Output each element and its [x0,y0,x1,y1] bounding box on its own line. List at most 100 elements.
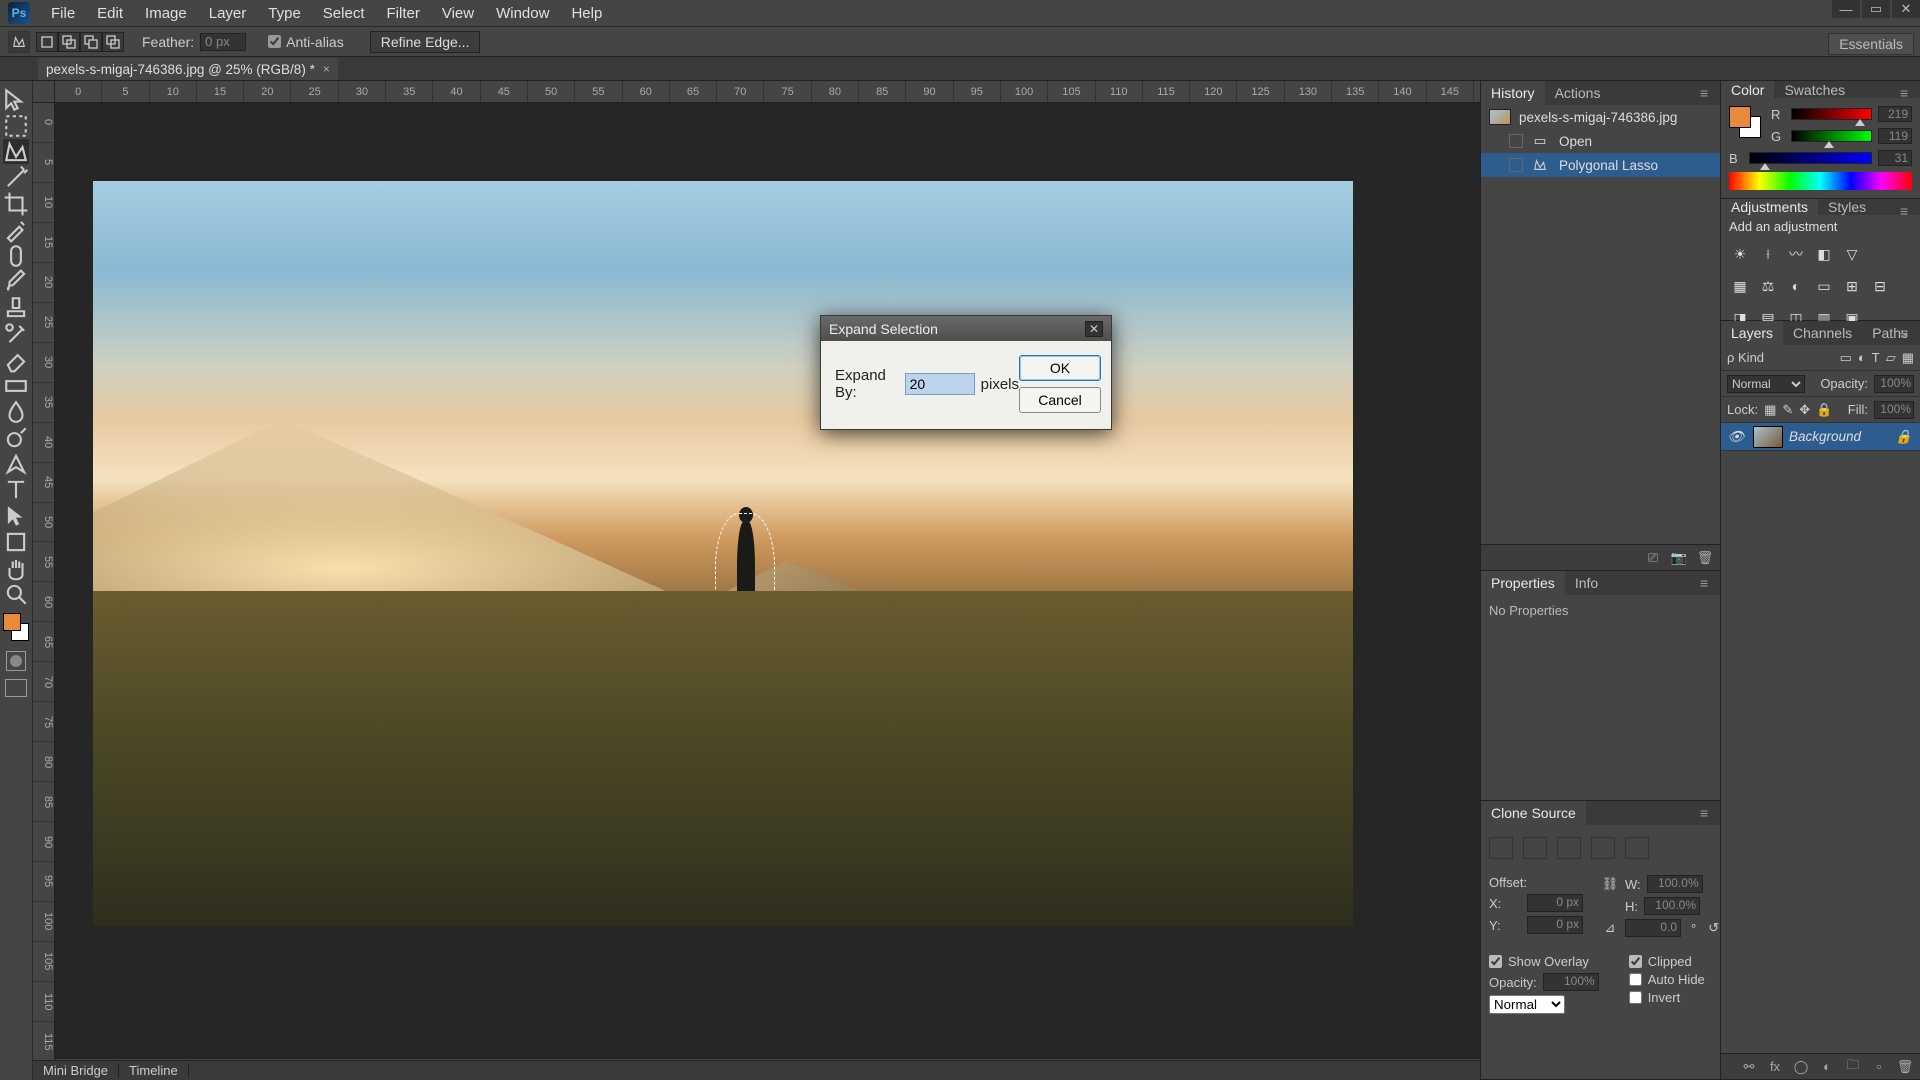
hand-tool[interactable] [3,555,29,580]
pen-tool[interactable] [3,451,29,476]
group-icon[interactable]: 🗀 [1844,1059,1862,1075]
layer-name[interactable]: Background [1789,429,1861,444]
menu-layer[interactable]: Layer [198,5,258,22]
document-canvas[interactable] [93,181,1353,926]
menu-type[interactable]: Type [257,5,312,22]
document-tab[interactable]: pexels-s-migaj-746386.jpg @ 25% (RGB/8) … [38,58,338,80]
ok-button[interactable]: OK [1019,355,1101,381]
tab-color[interactable]: Color [1721,81,1774,98]
tab-styles[interactable]: Styles [1818,199,1876,215]
shape-tool[interactable] [3,529,29,554]
visibility-icon[interactable]: 👁 [1725,429,1747,445]
wand-tool[interactable] [3,165,29,190]
crop-tool[interactable] [3,191,29,216]
invert-checkbox[interactable]: Invert [1629,990,1705,1005]
selection-add[interactable] [58,32,80,52]
adj-vibrance-icon[interactable]: ▽ [1841,244,1863,264]
lasso-tool[interactable] [3,139,29,164]
antialias-checkbox[interactable]: Anti-alias [268,34,344,50]
lock-all-icon[interactable]: 🔒 [1816,402,1832,418]
maximize-button[interactable]: ▭ [1862,0,1890,18]
lock-paint-icon[interactable]: ✎ [1782,402,1793,418]
cancel-button[interactable]: Cancel [1019,387,1101,413]
selection-new[interactable] [36,32,58,52]
show-overlay-checkbox[interactable]: Show Overlay [1489,954,1599,969]
layer-fill-input[interactable]: 100% [1874,401,1914,419]
brush-tool[interactable] [3,269,29,294]
panel-menu-icon[interactable] [1900,325,1916,337]
selection-subtract[interactable] [80,32,102,52]
dialog-titlebar[interactable]: Expand Selection ✕ [821,316,1111,341]
tab-history[interactable]: History [1481,81,1545,105]
tab-properties[interactable]: Properties [1481,571,1565,595]
clone-source-1[interactable] [1489,837,1513,859]
layer-row[interactable]: 👁 Background 🔒 [1721,423,1920,451]
foreground-color-swatch[interactable] [3,613,21,631]
adj-curves-icon[interactable]: 〰 [1785,244,1807,264]
tab-timeline[interactable]: Timeline [119,1063,189,1078]
chain-icon[interactable]: ⛓ [1601,876,1619,892]
menu-view[interactable]: View [431,5,485,22]
autohide-checkbox[interactable]: Auto Hide [1629,972,1705,987]
new-layer-icon[interactable]: ▫ [1870,1059,1888,1075]
tab-actions[interactable]: Actions [1545,81,1611,105]
tab-adjustments[interactable]: Adjustments [1721,199,1818,215]
history-camera-icon[interactable]: 📷 [1670,550,1688,566]
gradient-tool[interactable] [3,373,29,398]
clone-h-input[interactable]: 100.0% [1644,897,1700,915]
selection-intersect[interactable] [102,32,124,52]
clone-x-input[interactable]: 0 px [1527,894,1583,912]
lock-trans-icon[interactable]: ▦ [1764,402,1776,418]
link-icon[interactable]: ⚯ [1740,1059,1758,1075]
menu-image[interactable]: Image [134,5,198,22]
refine-edge-button[interactable]: Refine Edge... [370,31,481,53]
menu-filter[interactable]: Filter [376,5,431,22]
clone-source-2[interactable] [1523,837,1547,859]
blur-tool[interactable] [3,399,29,424]
feather-input[interactable] [200,33,246,51]
filter-pixel-icon[interactable]: ▭ [1840,350,1852,366]
dialog-close-icon[interactable]: ✕ [1085,321,1103,337]
stamp-tool[interactable] [3,295,29,320]
tab-info[interactable]: Info [1565,571,1608,595]
active-tool-indicator[interactable] [8,31,30,53]
minimize-button[interactable]: — [1832,0,1860,18]
clone-w-input[interactable]: 100.0% [1647,875,1703,893]
adj-levels-icon[interactable]: ⟊ [1757,244,1779,264]
reset-icon[interactable]: ↺ [1708,920,1719,936]
color-swatches[interactable] [3,613,29,641]
panel-menu-icon[interactable] [1900,85,1916,97]
filter-adj-icon[interactable]: ◐ [1858,350,1866,365]
tab-layers[interactable]: Layers [1721,321,1783,345]
adj-mixer-icon[interactable]: ⊞ [1841,276,1863,296]
adj-lookup-icon[interactable]: ⊟ [1869,276,1891,296]
r-slider[interactable] [1791,108,1872,120]
type-tool[interactable] [3,477,29,502]
quick-mask-toggle[interactable] [6,651,26,671]
clone-source-5[interactable] [1625,837,1649,859]
menu-edit[interactable]: Edit [86,5,134,22]
menu-file[interactable]: File [40,5,86,22]
filter-type-icon[interactable]: T [1872,350,1880,365]
adj-hue-icon[interactable]: ▦ [1729,276,1751,296]
adj-balance-icon[interactable]: ⚖ [1757,276,1779,296]
clone-opacity-input[interactable]: 100% [1543,973,1599,991]
adj-brightness-icon[interactable]: ☀ [1729,244,1751,264]
menu-select[interactable]: Select [312,5,376,22]
tab-channels[interactable]: Channels [1783,321,1862,345]
clone-source-3[interactable] [1557,837,1581,859]
clone-source-4[interactable] [1591,837,1615,859]
zoom-tool[interactable] [3,581,29,606]
clipped-checkbox[interactable]: Clipped [1629,954,1705,969]
tab-clone-source[interactable]: Clone Source [1481,801,1586,825]
ruler-vertical[interactable]: 0510152025303540455055606570758085909510… [33,103,55,1062]
ruler-horizontal[interactable]: 0510152025303540455055606570758085909510… [55,81,1480,103]
tab-mini-bridge[interactable]: Mini Bridge [33,1063,119,1078]
close-button[interactable]: ✕ [1892,0,1920,18]
fx-icon[interactable]: fx [1766,1059,1784,1075]
history-source[interactable]: pexels-s-migaj-746386.jpg [1481,105,1720,129]
tab-swatches[interactable]: Swatches [1774,81,1855,98]
panel-menu-icon[interactable] [1700,575,1716,587]
history-state-lasso[interactable]: Polygonal Lasso [1481,153,1720,177]
eraser-tool[interactable] [3,347,29,372]
